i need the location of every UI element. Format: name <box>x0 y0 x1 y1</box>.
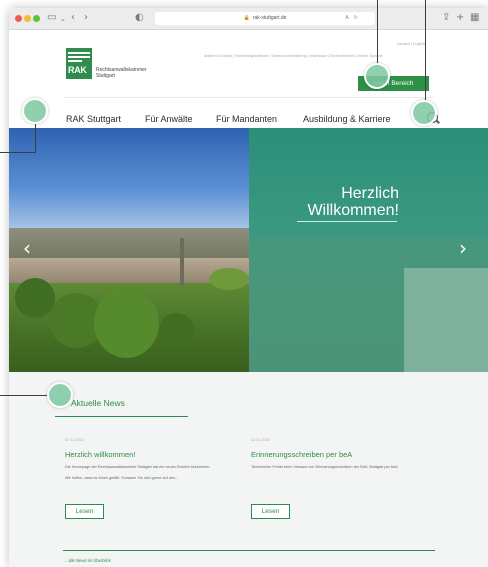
refresh-icon[interactable]: ↻ <box>354 12 358 25</box>
news-section: Aktuelle News 17.11.2022 Herzlich willko… <box>9 372 488 567</box>
news-item: 12.11.2022 Erinnerungsschreiben per beA … <box>251 438 426 471</box>
hero-sky <box>9 128 249 238</box>
url-text: rak-stuttgart.de <box>252 15 287 21</box>
forward-icon[interactable]: › <box>84 11 88 25</box>
chevron-right-icon[interactable]: › <box>459 238 467 258</box>
annotation-line <box>425 0 426 100</box>
logo-name: Rechtsanwaltskammer Stuttgart <box>96 67 147 79</box>
hero-tree <box>159 313 194 348</box>
hero-title-line2: Willkommen! <box>307 202 399 219</box>
maximize-window-button[interactable] <box>33 15 40 22</box>
back-icon[interactable]: ‹ <box>71 11 75 25</box>
hero-tree <box>209 268 249 290</box>
news-heading-underline <box>55 416 188 417</box>
address-bar[interactable]: 🔒 rak-stuttgart.de Ꭺ ↻ <box>155 12 375 25</box>
annotation-line <box>0 152 36 153</box>
hero-tree <box>94 288 159 358</box>
chevron-down-icon[interactable]: ⌄ <box>60 12 66 26</box>
meta-links[interactable]: Anfahrt & Kontakt | Fortbildungskalender… <box>204 54 383 58</box>
news-date: 12.11.2022 <box>251 438 270 442</box>
nav-item-ausbildung-karriere[interactable]: Ausbildung & Karriere <box>303 114 391 124</box>
chevron-left-icon[interactable]: ‹ <box>23 238 31 258</box>
minimize-window-button[interactable] <box>24 15 31 22</box>
logo-stripe <box>68 60 82 62</box>
header-divider <box>65 97 433 98</box>
logo-stripe <box>68 52 90 54</box>
hero-slider: Herzlich Willkommen! ‹ › <box>9 128 488 372</box>
news-title[interactable]: Erinnerungsschreiben per beA <box>251 450 426 459</box>
logo-name-line2: Stuttgart <box>96 73 115 79</box>
hero-title-line1: Herzlich <box>341 185 399 202</box>
language-links[interactable]: Deutsch | English <box>397 42 425 46</box>
new-tab-icon[interactable]: + <box>456 11 464 25</box>
read-more-button[interactable]: Lesen <box>251 504 290 519</box>
news-title[interactable]: Herzlich willkommen! <box>65 450 240 459</box>
hero-title: Herzlich Willkommen! <box>274 185 399 219</box>
browser-window: ▭ ⌄ ‹ › ◐ 🔒 rak-stuttgart.de Ꭺ ↻ ⇪ + ▦ RA… <box>9 8 488 567</box>
lock-icon: 🔒 <box>243 15 250 21</box>
all-news-link[interactable]: → alle News im Überblick <box>63 558 111 563</box>
nav-item-rak-stuttgart[interactable]: RAK Stuttgart <box>66 114 121 124</box>
logo-text: RAK <box>68 65 87 75</box>
hero-title-underline <box>297 221 397 222</box>
annotation-line <box>377 0 378 66</box>
news-item: 17.11.2022 Herzlich willkommen! Die Home… <box>65 438 240 481</box>
logo-stripe <box>68 56 90 58</box>
close-window-button[interactable] <box>15 15 22 22</box>
sidebar-icon[interactable]: ▭ <box>47 11 56 25</box>
annotation-marker-nav <box>22 98 48 124</box>
news-excerpt: Die Homepage der Rechtsanwaltskammer Stu… <box>65 465 211 469</box>
hero-overlay-building <box>404 268 488 372</box>
browser-toolbar: ▭ ⌄ ‹ › ◐ 🔒 rak-stuttgart.de Ꭺ ↻ ⇪ + ▦ <box>9 8 488 30</box>
hero-column <box>180 238 184 286</box>
hero-tree <box>15 278 55 318</box>
nav-item-fuer-anwaelte[interactable]: Für Anwälte <box>145 114 193 124</box>
annotation-marker-search <box>411 100 437 126</box>
share-icon[interactable]: ⇪ <box>442 11 450 25</box>
news-date: 17.11.2022 <box>65 438 84 442</box>
annotation-marker-news <box>47 382 73 408</box>
news-excerpt: Technischer Fehler beim Versand von Erin… <box>251 465 399 469</box>
annotation-line <box>35 124 36 153</box>
tab-overview-icon[interactable]: ▦ <box>470 11 479 25</box>
news-excerpt-2: Wir hoffen, dass es Ihnen gefällt. Schau… <box>65 475 179 480</box>
news-heading: Aktuelle News <box>71 398 125 408</box>
annotation-marker-login <box>364 63 390 89</box>
translate-icon[interactable]: Ꭺ <box>346 12 349 25</box>
privacy-icon[interactable]: ◐ <box>135 11 144 25</box>
site-header: RAK Rechtsanwaltskammer Stuttgart Deutsc… <box>9 30 488 103</box>
annotation-line <box>0 395 48 396</box>
news-bottom-divider <box>63 550 435 551</box>
read-more-button[interactable]: Lesen <box>65 504 104 519</box>
nav-item-fuer-mandanten[interactable]: Für Mandanten <box>216 114 277 124</box>
